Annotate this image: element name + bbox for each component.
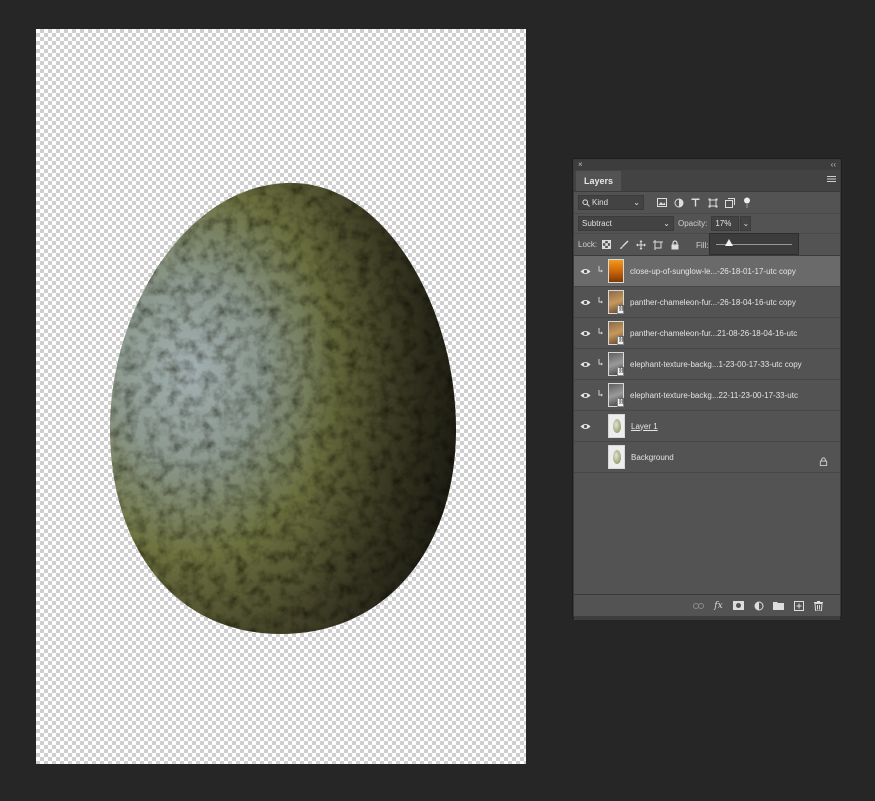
layer-thumbnail[interactable]: ⛓ [608, 383, 626, 407]
clipping-mask-icon [596, 359, 606, 369]
link-layers-icon[interactable] [693, 600, 704, 611]
layer-name[interactable]: Background [631, 453, 674, 462]
visibility-eye-icon[interactable] [574, 299, 596, 306]
close-panel-icon[interactable]: × [578, 160, 583, 170]
visibility-eye-icon[interactable] [574, 361, 596, 368]
layer-thumbnail[interactable]: ⛓ [608, 290, 626, 314]
layers-list: close-up-of-sunglow-le...-26-18-01-17-ut… [574, 256, 840, 473]
opacity-label: Opacity: [678, 219, 708, 228]
smart-object-badge-icon: ⛓ [617, 305, 626, 314]
search-icon [582, 198, 590, 207]
document-canvas[interactable] [36, 29, 526, 764]
clipping-mask-icon [596, 328, 606, 338]
opacity-slider-popup [709, 233, 799, 255]
opacity-slider-thumb[interactable] [725, 239, 734, 246]
tab-layers[interactable]: Layers [576, 171, 622, 191]
layers-bottom-toolbar: fx [574, 594, 840, 620]
visibility-eye-icon[interactable] [574, 423, 596, 430]
layer-name[interactable]: elephant-texture-backg...22-11-23-00-17-… [630, 391, 798, 400]
blend-row: Subtract ⌄ Opacity: 17% ⌄ [574, 214, 840, 234]
smart-object-badge-icon: ⛓ [617, 336, 626, 345]
shape-filter-icon[interactable] [707, 197, 718, 208]
fx-label: fx [714, 600, 723, 611]
add-mask-icon[interactable] [733, 600, 744, 611]
delete-layer-icon[interactable] [813, 600, 824, 611]
layer-thumbnail[interactable] [608, 445, 625, 469]
visibility-eye-icon[interactable] [574, 268, 596, 275]
layer-row[interactable]: Layer 1 [574, 411, 840, 442]
opacity-input[interactable]: 17% [711, 216, 740, 231]
egg-thumbnail-icon [613, 419, 621, 433]
egg-artwork [110, 182, 456, 634]
lock-label: Lock: [578, 240, 598, 249]
blend-mode-select[interactable]: Subtract ⌄ [578, 216, 674, 231]
smart-object-badge-icon: ⛓ [617, 367, 626, 376]
adjustment-layer-icon[interactable] [753, 600, 764, 611]
visibility-eye-icon[interactable] [574, 330, 596, 337]
new-layer-icon[interactable] [793, 600, 804, 611]
layer-name[interactable]: elephant-texture-backg...1-23-00-17-33-u… [630, 360, 802, 369]
chevron-down-icon: ⌄ [633, 198, 640, 207]
layer-thumbnail[interactable]: ⛓ [608, 352, 626, 376]
layer-row[interactable]: ⛓ panther-chameleon-fur...-26-18-04-16-ut… [574, 287, 840, 318]
blend-mode-label: Subtract [582, 219, 612, 228]
adjustment-filter-icon[interactable] [673, 197, 684, 208]
type-filter-icon[interactable] [690, 197, 701, 208]
clipping-mask-icon [596, 266, 606, 276]
layer-thumbnail[interactable] [608, 259, 624, 283]
panel-menu-icon[interactable] [827, 175, 836, 185]
egg-thumbnail-icon [613, 450, 621, 464]
smart-object-filter-icon[interactable] [724, 197, 735, 208]
fx-icon[interactable]: fx [713, 600, 724, 611]
layer-thumbnail[interactable]: ⛓ [608, 321, 626, 345]
lock-row: Lock: Fill: [574, 234, 840, 256]
layer-name[interactable]: close-up-of-sunglow-le...-26-18-01-17-ut… [630, 267, 796, 276]
layer-row[interactable]: Background [574, 442, 840, 473]
layer-name[interactable]: Layer 1 [631, 422, 658, 431]
filter-kind-label: Kind [592, 198, 609, 207]
smart-object-badge-icon: ⛓ [617, 398, 626, 407]
layer-filter-row: Kind ⌄ [574, 192, 840, 214]
collapse-panel-icon[interactable]: ‹‹ [831, 160, 836, 170]
filter-toggle-icon[interactable] [741, 197, 752, 208]
lock-artboard-icon[interactable] [652, 239, 663, 250]
clipping-mask-icon [596, 390, 606, 400]
panel-tab-row: Layers [574, 170, 840, 192]
layers-panel: × ‹‹ Layers Kind ⌄ Subtract ⌄ Opacity: 1… [573, 159, 841, 620]
layer-row[interactable]: ⛓ elephant-texture-backg...22-11-23-00-17… [574, 380, 840, 411]
visibility-eye-icon[interactable] [574, 392, 596, 399]
new-group-icon[interactable] [773, 600, 784, 611]
lock-all-icon[interactable] [669, 239, 680, 250]
visibility-eye-icon[interactable] [574, 452, 596, 462]
clipping-mask-icon [596, 297, 606, 307]
lock-transparent-icon[interactable] [601, 239, 612, 250]
filter-kind-select[interactable]: Kind ⌄ [578, 195, 644, 210]
layer-row[interactable]: ⛓ elephant-texture-backg...1-23-00-17-33-… [574, 349, 840, 380]
opacity-dropdown-button[interactable]: ⌄ [740, 216, 752, 231]
layer-thumbnail[interactable] [608, 414, 625, 438]
panel-bottom-strip [574, 616, 840, 620]
image-filter-icon[interactable] [656, 197, 667, 208]
lock-position-icon[interactable] [635, 239, 646, 250]
layer-row[interactable]: ⛓ panther-chameleon-fur...21-08-26-18-04-… [574, 318, 840, 349]
chevron-down-icon: ⌄ [742, 219, 750, 228]
layer-name[interactable]: panther-chameleon-fur...-26-18-04-16-utc… [630, 298, 796, 307]
panel-title-strip: × ‹‹ [574, 160, 840, 170]
layer-row[interactable]: close-up-of-sunglow-le...-26-18-01-17-ut… [574, 256, 840, 287]
layer-name[interactable]: panther-chameleon-fur...21-08-26-18-04-1… [630, 329, 797, 338]
chevron-down-icon: ⌄ [663, 219, 670, 228]
fill-label: Fill: [696, 241, 709, 250]
layer-lock-icon[interactable] [819, 453, 828, 466]
lock-image-icon[interactable] [618, 239, 629, 250]
